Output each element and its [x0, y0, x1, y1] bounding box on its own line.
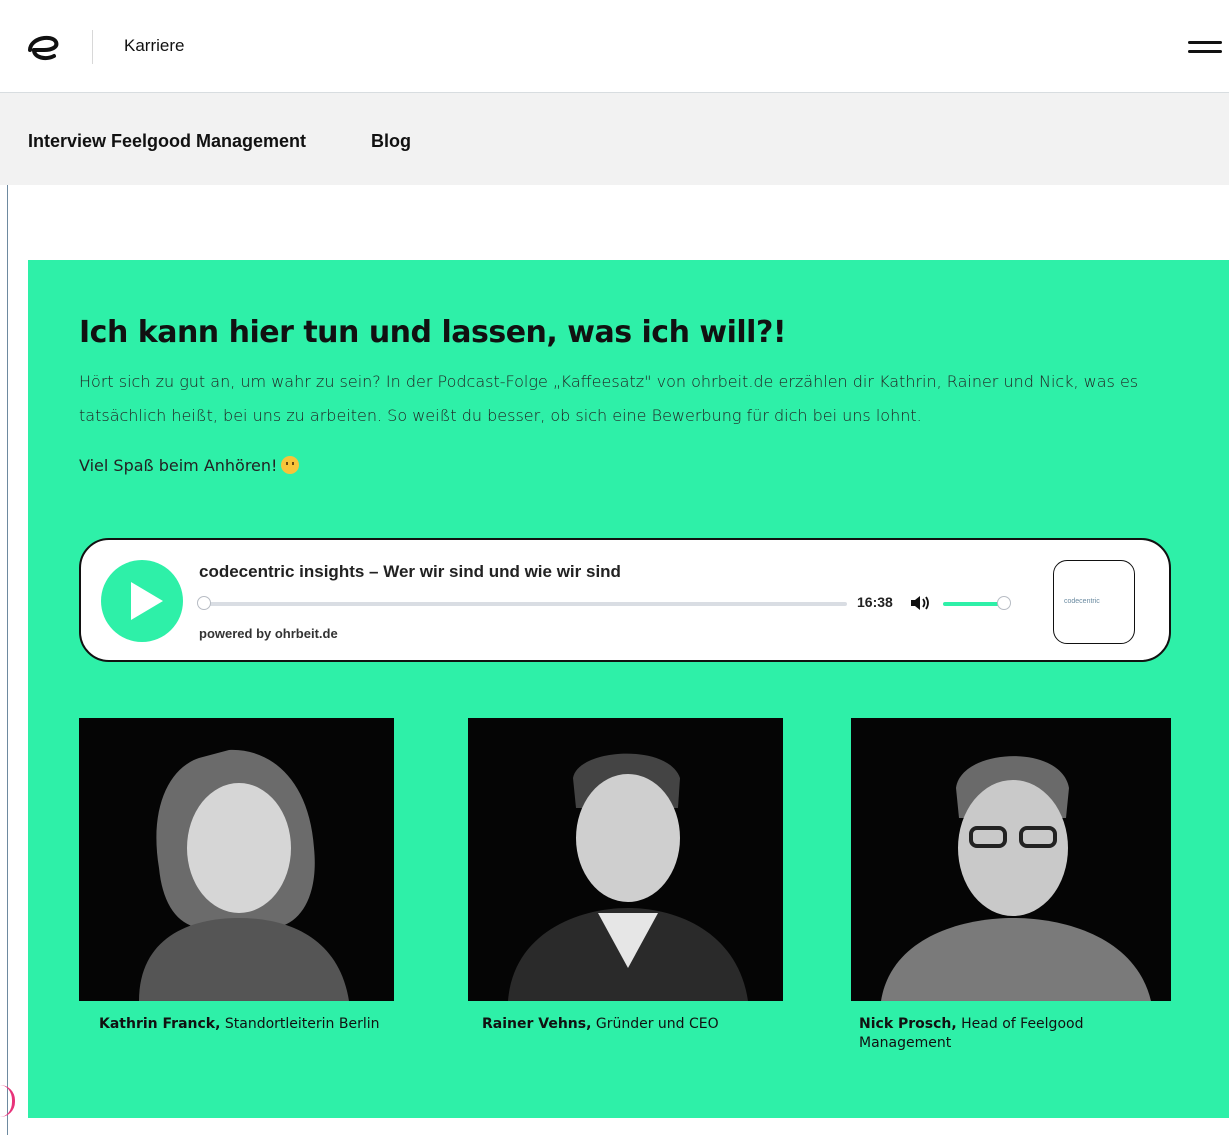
play-button[interactable] — [101, 560, 183, 642]
codecentric-logo-icon[interactable] — [24, 30, 64, 64]
window-frame-left — [7, 180, 8, 1135]
subnav-item-interview[interactable]: Interview Feelgood Management — [28, 131, 306, 152]
person-caption: Kathrin Franck, Standortleiterin Berlin — [99, 1015, 399, 1034]
duration-text: 16:38 — [857, 594, 893, 610]
progress-knob[interactable] — [197, 596, 211, 610]
enjoy-text: Viel Spaß beim Anhören! — [79, 456, 300, 475]
top-bar: Karriere — [0, 0, 1229, 93]
person-caption: Rainer Vehns, Gründer und CEO — [482, 1015, 782, 1034]
person-caption: Nick Prosch, Head of Feelgood Management — [859, 1015, 1119, 1053]
intro-text: Hört sich zu gut an, um wahr zu sein? In… — [79, 372, 1139, 425]
person-photo — [851, 718, 1171, 1001]
person-photo — [468, 718, 783, 1001]
hamburger-menu-icon[interactable] — [1188, 38, 1222, 58]
person-name: Nick Prosch, — [859, 1016, 957, 1032]
progress-bar[interactable] — [197, 596, 847, 610]
person-name: Rainer Vehns, — [482, 1016, 592, 1032]
smiley-emoji-icon — [281, 456, 300, 474]
powered-by-link[interactable]: powered by ohrbeit.de — [199, 626, 338, 641]
decorative-accent — [0, 1085, 15, 1117]
volume-icon[interactable] — [909, 594, 931, 612]
volume-slider[interactable] — [943, 596, 1011, 610]
podcast-cover[interactable]: codecentric — [1053, 560, 1135, 644]
podcast-section: Ich kann hier tun und lassen, was ich wi… — [28, 260, 1229, 1118]
person-role: Gründer und CEO — [595, 1016, 719, 1032]
person-photo — [79, 718, 394, 1001]
person-name: Kathrin Franck, — [99, 1016, 221, 1032]
header-divider — [92, 30, 93, 64]
sub-navigation: Interview Feelgood Management Blog — [0, 93, 1229, 185]
episode-title: codecentric insights – Wer wir sind und … — [199, 562, 621, 581]
subnav-item-blog[interactable]: Blog — [371, 131, 411, 152]
enjoy-text-label: Viel Spaß beim Anhören! — [79, 456, 278, 475]
section-title[interactable]: Karriere — [124, 36, 184, 56]
podcast-player: codecentric insights – Wer wir sind und … — [79, 538, 1171, 662]
section-headline: Ich kann hier tun und lassen, was ich wi… — [79, 315, 787, 350]
volume-knob[interactable] — [997, 596, 1011, 610]
cover-label: codecentric — [1064, 598, 1100, 605]
person-role: Standortleiterin Berlin — [224, 1016, 380, 1032]
